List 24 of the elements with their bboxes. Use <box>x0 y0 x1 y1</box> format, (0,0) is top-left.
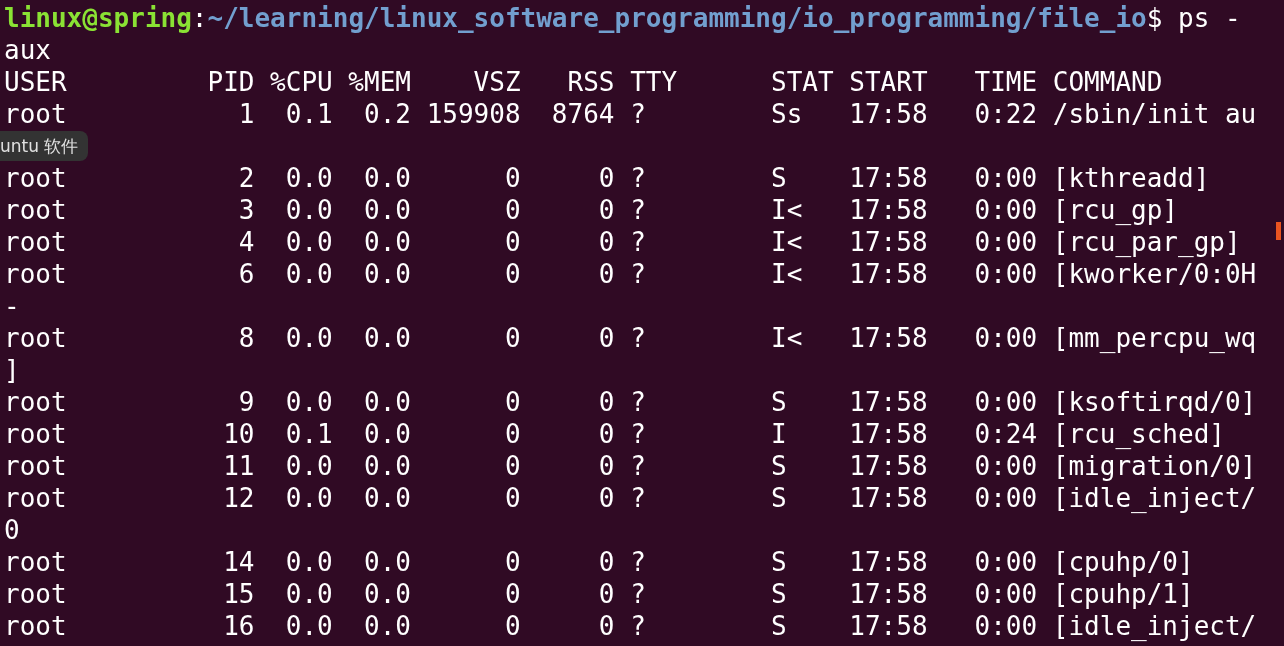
terminal-line: ] <box>4 354 20 386</box>
terminal-line: root 15 0.0 0.0 0 0 ? S 17:58 0:00 [cpuhp/1] <box>4 578 1194 610</box>
prompt-separator: : <box>191 2 208 34</box>
command-text: $ ps - <box>1146 2 1241 34</box>
terminal-line: root 1 0.1 0.2 159908 8764 ? Ss 17:58 0:22 /sbin/init au <box>4 98 1257 130</box>
terminal-line: root 16 0.0 0.0 0 0 ? S 17:58 0:00 [idle_inject/ <box>4 610 1257 642</box>
terminal-line: root 6 0.0 0.0 0 0 ? I< 17:58 0:00 [kworker/0:0H <box>4 258 1257 290</box>
terminal-line: root 11 0.0 0.0 0 0 ? S 17:58 0:00 [migration/0] <box>4 450 1257 482</box>
terminal-line: root 10 0.1 0.0 0 0 ? I 17:58 0:24 [rcu_sched] <box>4 418 1225 450</box>
scrollbar-thumb[interactable] <box>1276 222 1281 240</box>
terminal-line: root 14 0.0 0.0 0 0 ? S 17:58 0:00 [cpuhp/0] <box>4 546 1194 578</box>
prompt-path: ~/learning/linux_software_programming/io_programming/file_io <box>207 2 1147 34</box>
tooltip: untu 软件 <box>0 131 89 161</box>
terminal-line: root 4 0.0 0.0 0 0 ? I< 17:58 0:00 [rcu_par_gp] <box>4 226 1241 258</box>
terminal-line: 0 <box>4 514 20 546</box>
prompt-user-host: linux@spring <box>4 2 192 34</box>
terminal-line: root 8 0.0 0.0 0 0 ? I< 17:58 0:00 [mm_percpu_wq <box>4 322 1257 354</box>
terminal-line: - <box>4 290 20 322</box>
terminal-line: aux <box>4 34 51 66</box>
terminal-line: USER PID %CPU %MEM VSZ RSS TTY STAT START TIME COMMAND <box>4 66 1163 98</box>
terminal-line: root 3 0.0 0.0 0 0 ? I< 17:58 0:00 [rcu_gp] <box>4 194 1178 226</box>
terminal-line: root 12 0.0 0.0 0 0 ? S 17:58 0:00 [idle_inject/ <box>4 482 1257 514</box>
terminal-line: root 2 0.0 0.0 0 0 ? S 17:58 0:00 [kthreadd] <box>4 162 1210 194</box>
terminal-line: root 9 0.0 0.0 0 0 ? S 17:58 0:00 [ksoftirqd/0] <box>4 386 1257 418</box>
